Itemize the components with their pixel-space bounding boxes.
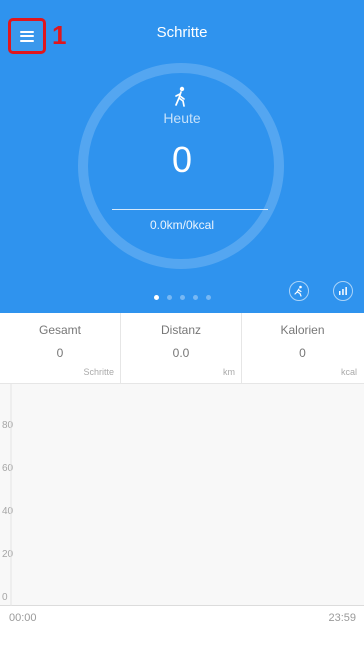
summary-total: Gesamt 0 Schritte (0, 313, 121, 383)
calories-label: Kalorien (280, 323, 325, 337)
y-tick-label: 20 (2, 549, 14, 560)
steps-header: 1 Schritte Heute 0 0.0km/0kcal (0, 0, 364, 313)
x-tick-label: 00:00 (9, 612, 37, 624)
y-tick-label: 60 (2, 463, 14, 474)
carousel-dot[interactable] (180, 295, 185, 300)
ring-divider (112, 209, 268, 210)
running-icon (294, 285, 302, 297)
calories-value: 0 (299, 346, 306, 360)
page-title: Schritte (156, 24, 208, 41)
steps-value: 0 (171, 139, 193, 180)
statistics-button[interactable] (333, 281, 353, 301)
today-label: Heute (163, 110, 201, 126)
running-mode-button[interactable] (289, 281, 309, 301)
bar-chart-icon (339, 287, 347, 295)
calories-unit: kcal (340, 367, 357, 377)
distance-unit: km (223, 367, 235, 377)
distance-value: 0.0 (172, 346, 190, 360)
x-tick-label: 23:59 (328, 612, 356, 624)
carousel-dot[interactable] (206, 295, 211, 300)
carousel-dot[interactable] (193, 295, 198, 300)
summary-table: Gesamt 0 Schritte Distanz 0.0 km Kalorie… (0, 313, 364, 384)
distance-label: Distanz (160, 323, 201, 337)
y-tick-label: 80 (2, 420, 14, 431)
summary-calories: Kalorien 0 kcal (242, 313, 363, 383)
chart-x-axis: 00:00 23:59 (0, 606, 364, 631)
summary-distance: Distanz 0.0 km (121, 313, 242, 383)
chart-canvas: 80 60 40 20 0 (2, 384, 14, 606)
carousel-dot[interactable] (154, 295, 159, 300)
walking-person-icon (175, 86, 185, 107)
carousel-dot[interactable] (167, 295, 172, 300)
total-label: Gesamt (38, 323, 81, 337)
y-tick-label: 40 (2, 506, 14, 517)
distance-calories-text: 0.0km/0kcal (149, 218, 215, 232)
carousel-indicator[interactable] (154, 295, 211, 300)
total-value: 0 (56, 346, 64, 360)
total-unit: Schritte (83, 367, 114, 377)
daily-steps-chart: 80 60 40 20 0 (0, 384, 364, 606)
y-tick-label: 0 (2, 592, 8, 603)
